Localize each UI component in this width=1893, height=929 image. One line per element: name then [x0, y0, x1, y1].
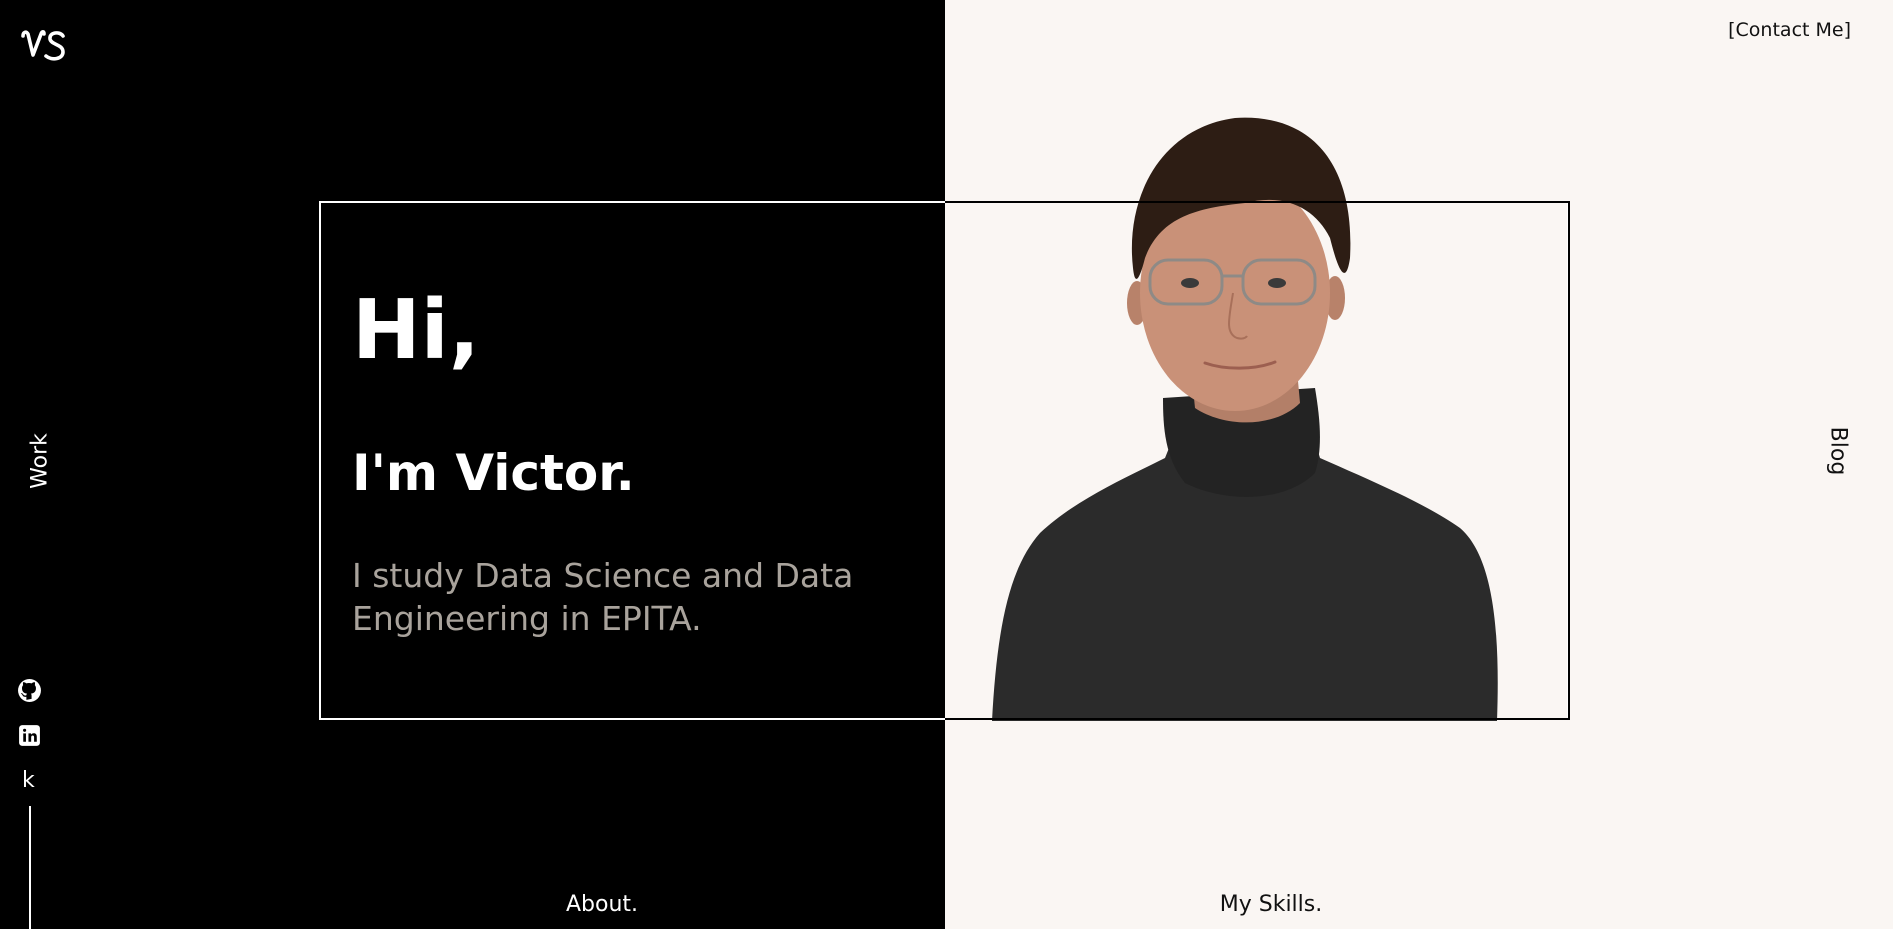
work-link[interactable]: Work — [28, 433, 53, 489]
social-divider-line — [29, 806, 31, 929]
name-heading: I'm Victor. — [352, 444, 635, 502]
about-link[interactable]: About. — [566, 892, 638, 917]
linkedin-icon[interactable] — [17, 723, 42, 748]
my-skills-link[interactable]: My Skills. — [1220, 892, 1323, 917]
github-icon[interactable] — [17, 678, 42, 703]
blog-link[interactable]: Blog — [1826, 427, 1851, 476]
greeting-heading: Hi, — [352, 283, 480, 378]
intro-description: I study Data Science and Data Engineerin… — [352, 556, 854, 638]
portrait-photo — [992, 117, 1498, 721]
kaggle-link[interactable]: k — [22, 768, 35, 793]
contact-me-link[interactable]: [Contact Me] — [1728, 19, 1851, 41]
vs-logo[interactable] — [20, 28, 68, 64]
